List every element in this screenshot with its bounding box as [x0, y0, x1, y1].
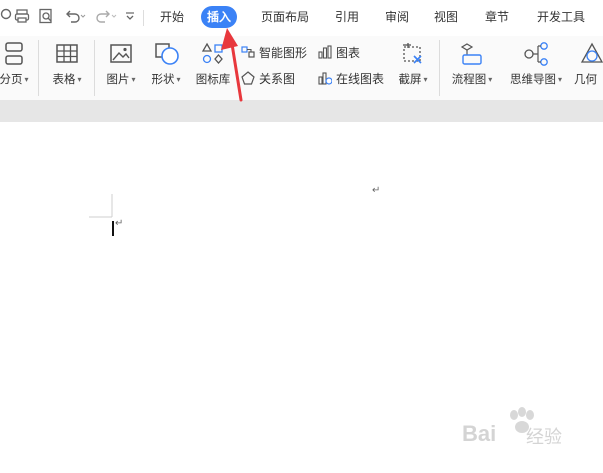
- watermark: Bai 经验: [462, 405, 592, 455]
- text-cursor: [112, 221, 114, 236]
- watermark-brand: Bai: [462, 421, 497, 446]
- annotation-arrow: [221, 28, 243, 102]
- watermark-brand-suffix: 经验: [526, 427, 562, 448]
- margin-corner-marker: [89, 194, 113, 218]
- paragraph-mark: ↵: [115, 218, 124, 229]
- paragraph-mark: ↵: [372, 185, 381, 196]
